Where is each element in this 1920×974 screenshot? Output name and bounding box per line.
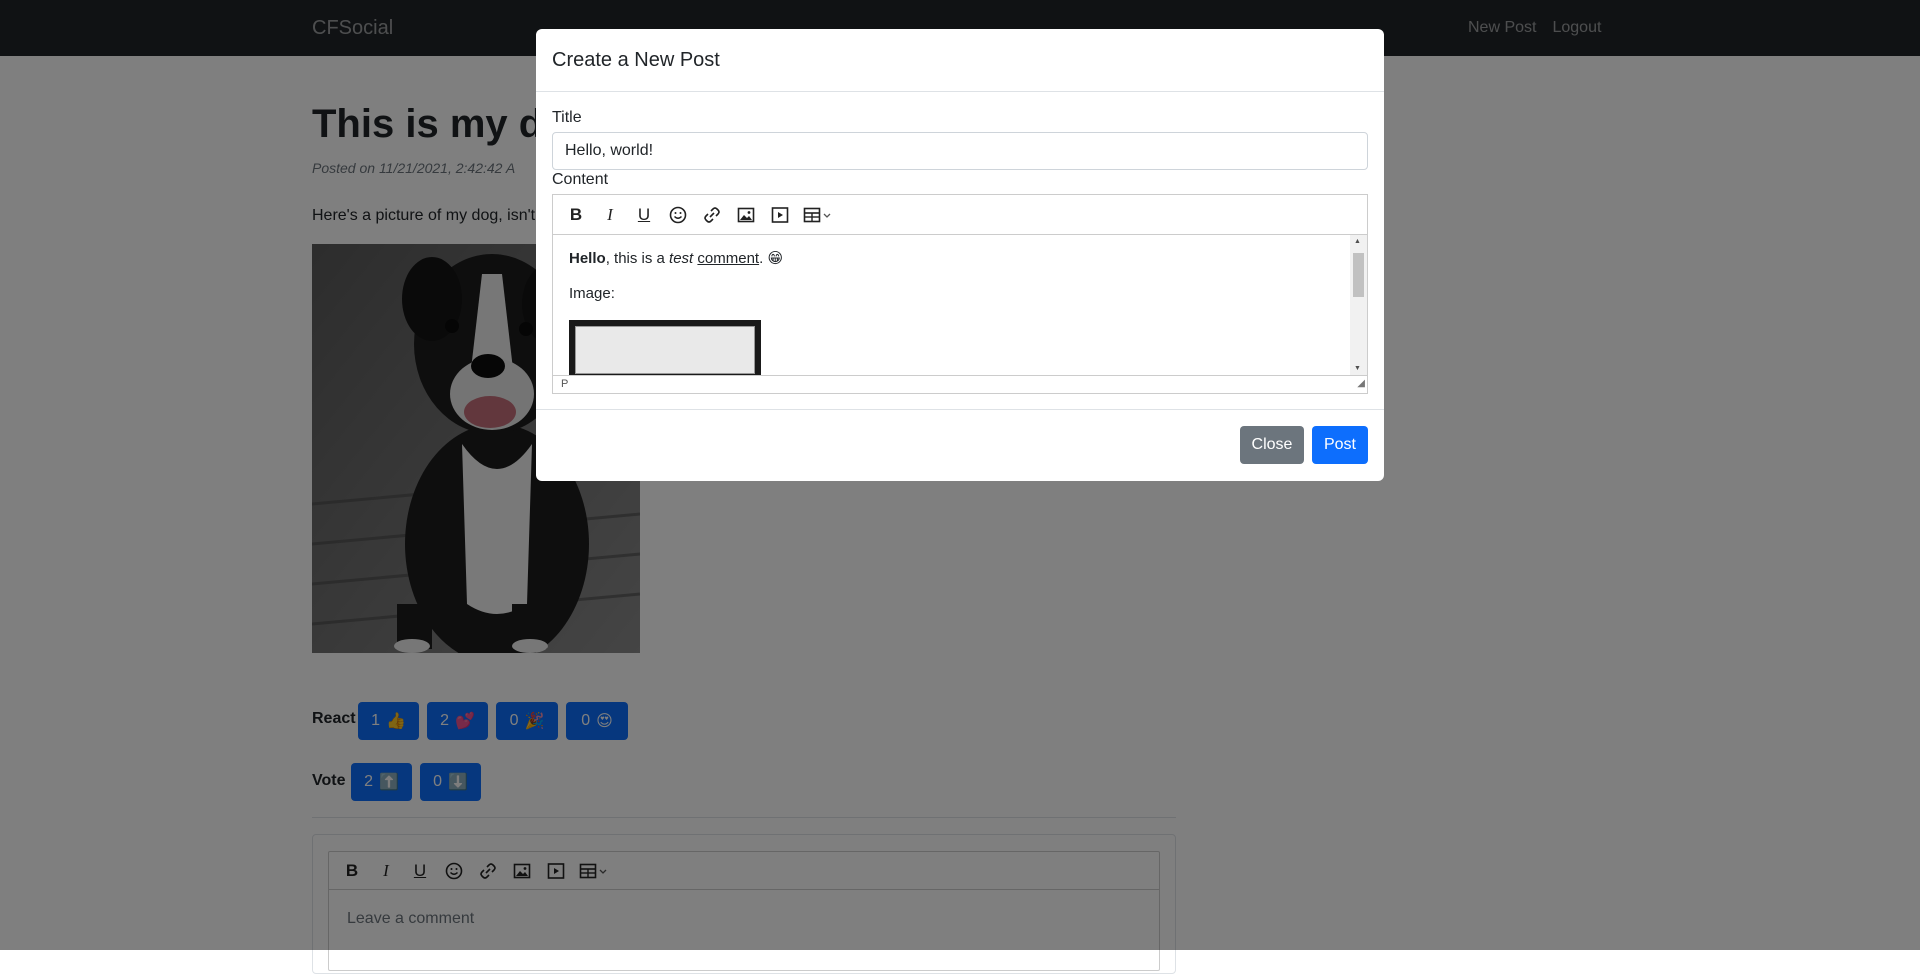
editor-underline-text: comment [697, 250, 760, 267]
scrollbar-thumb[interactable] [1353, 253, 1364, 297]
content-editor-toolbar: B I U [553, 195, 1367, 235]
editor-image-label: Image: [569, 285, 615, 302]
editor-paragraph: Hello, this is a test comment. 😁 [569, 250, 784, 267]
scroll-down-arrow-icon[interactable]: ▼ [1354, 365, 1361, 372]
element-path[interactable]: P [561, 378, 568, 390]
resize-handle-icon[interactable]: ◢ [1357, 375, 1365, 392]
editor-italic-text: test [669, 250, 694, 267]
content-editor: B I U Hello, this is a test comment. 😁 I… [552, 194, 1368, 394]
title-input[interactable] [552, 132, 1368, 170]
link-icon[interactable] [697, 200, 727, 230]
modal-title: Create a New Post [552, 49, 720, 71]
editor-bold-text: Hello [569, 250, 606, 267]
bold-icon[interactable]: B [561, 200, 591, 230]
underline-icon[interactable]: U [629, 200, 659, 230]
emoji-icon[interactable] [663, 200, 693, 230]
scroll-up-arrow-icon[interactable]: ▲ [1354, 238, 1361, 245]
grin-emoji-icon: 😁 [767, 250, 784, 267]
editor-plain-text: , this is a [605, 250, 670, 267]
table-icon[interactable] [799, 200, 839, 230]
editor-status-bar: P ◢ [553, 375, 1367, 393]
image-icon[interactable] [731, 200, 761, 230]
content-label: Content [552, 171, 609, 188]
editor-scrollbar[interactable]: ▲ ▼ [1350, 235, 1367, 375]
media-icon[interactable] [765, 200, 795, 230]
content-editor-area[interactable]: Hello, this is a test comment. 😁 Image: [553, 235, 1351, 375]
italic-icon[interactable]: I [595, 200, 625, 230]
post-button[interactable]: Post [1312, 426, 1368, 464]
close-button[interactable]: Close [1240, 426, 1304, 464]
modal-header: Create a New Post [536, 29, 1384, 92]
embedded-image[interactable] [569, 320, 761, 375]
create-post-modal: Create a New Post Title Content B I U [536, 29, 1384, 481]
title-label: Title [552, 109, 582, 126]
